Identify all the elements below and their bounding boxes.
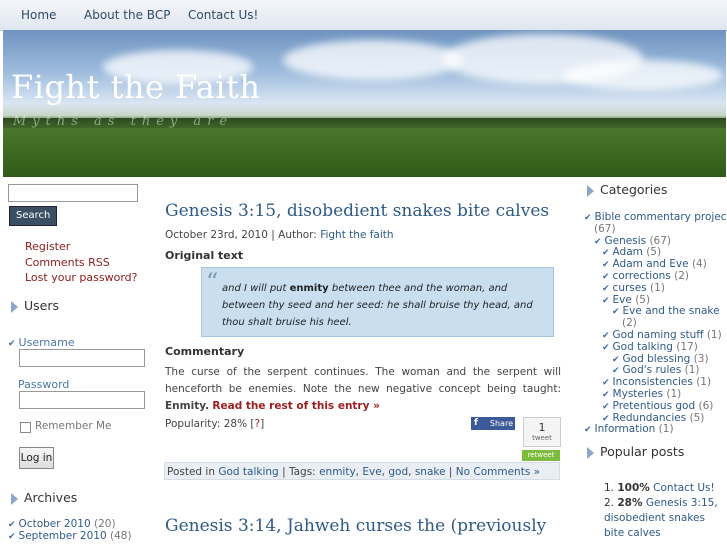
search-input[interactable] — [8, 184, 138, 202]
facebook-icon: f — [474, 418, 478, 428]
category-item[interactable]: ✔ Genesis (67) — [594, 235, 671, 247]
category-item[interactable]: ✔ Bible commentary project — [584, 211, 727, 223]
check-icon: ✔ — [602, 401, 610, 412]
post-footer: Posted in God talking | Tags: enmity, Ev… — [164, 462, 560, 480]
popular-post-link[interactable]: Contact Us! — [653, 482, 715, 494]
remember-checkbox[interactable] — [20, 422, 31, 433]
commentary-text: The curse of the serpent continues. The … — [165, 366, 561, 412]
triangle-icon — [11, 300, 18, 313]
facebook-share-button[interactable]: f Share — [471, 417, 515, 430]
nav-contact[interactable]: Contact Us! — [188, 8, 258, 22]
archive-item[interactable]: ✔ September 2010 (48) — [8, 530, 132, 542]
category-item[interactable]: (67) — [594, 223, 616, 235]
check-icon: ✔ — [612, 354, 620, 365]
lost-password-link[interactable]: Lost your password? — [25, 271, 138, 284]
check-icon: ✔ — [602, 272, 610, 282]
commentary-heading: Commentary — [165, 345, 245, 358]
check-icon: ✔ — [584, 213, 592, 223]
category-item[interactable]: ✔ God talking (17) — [602, 341, 698, 353]
archives-widget-title: Archives — [11, 490, 77, 505]
site-tagline: Myths as they are — [13, 114, 234, 129]
check-icon: ✔ — [602, 260, 610, 271]
tag-link[interactable]: enmity — [319, 466, 356, 478]
check-icon: ✔ — [602, 331, 610, 341]
author-link[interactable]: Fight the faith — [320, 229, 393, 241]
popular-posts-title: Popular posts — [587, 444, 684, 459]
category-item[interactable]: ✔ Redundancies (5) — [602, 412, 704, 424]
login-button[interactable]: Log in — [19, 447, 54, 469]
search-button[interactable]: Search — [9, 206, 58, 226]
tag-link[interactable]: Eve — [362, 466, 381, 478]
archive-item[interactable]: ✔ October 2010 (20) — [8, 518, 116, 530]
comments-rss-link[interactable]: Comments RSS — [25, 256, 110, 269]
nav-home[interactable]: Home — [21, 8, 56, 22]
check-icon: ✔ — [602, 248, 610, 259]
popularity: Popularity: 28% [?] — [165, 418, 265, 430]
categories-widget-title: Categories — [587, 182, 667, 197]
check-icon: ✔ — [612, 366, 620, 377]
tag-link[interactable]: god — [388, 466, 408, 478]
category-item[interactable]: ✔ curses (1) — [602, 282, 665, 294]
check-icon: ✔ — [602, 390, 610, 400]
check-icon: ✔ — [602, 295, 610, 306]
tag-link[interactable]: snake — [415, 466, 446, 478]
tweet-counter[interactable]: 1 tweet — [523, 417, 561, 447]
post-title[interactable]: Genesis 3:15, disobedient snakes bite ca… — [165, 201, 549, 221]
category-item[interactable]: (2) — [622, 317, 637, 329]
category-item[interactable]: ✔ Information (1) — [584, 423, 674, 435]
popular-post-item: 1. 100% Contact Us! — [604, 482, 715, 494]
check-icon: ✔ — [584, 425, 592, 436]
check-icon: ✔ — [602, 342, 610, 353]
register-link[interactable]: Register — [25, 240, 70, 253]
scripture-quote: “ and I will put enmity between thee and… — [201, 267, 554, 337]
check-icon: ✔ — [602, 378, 610, 389]
retweet-button[interactable]: retweet — [522, 450, 560, 461]
category-item[interactable]: ✔ Adam (5) — [602, 246, 661, 258]
post-meta: October 23rd, 2010 | Author: Fight the f… — [165, 229, 394, 241]
original-text-heading: Original text — [165, 249, 244, 262]
users-widget-title: Users — [11, 298, 59, 313]
check-icon: ✔ — [612, 307, 620, 318]
header-banner: Fight the Faith Myths as they are — [3, 30, 726, 177]
category-item[interactable]: ✔ Eve and the snake — [612, 305, 720, 317]
username-field[interactable] — [19, 349, 145, 367]
category-item[interactable]: ✔ God blessing (3) — [612, 353, 709, 365]
category-item[interactable]: ✔ God naming stuff (1) — [602, 329, 722, 341]
quote-icon: “ — [206, 268, 219, 296]
category-item[interactable]: ✔ Adam and Eve (4) — [602, 258, 707, 270]
check-icon: ✔ — [602, 413, 610, 424]
nav-about[interactable]: About the BCP — [84, 8, 170, 22]
check-icon: ✔ — [594, 236, 602, 247]
category-link[interactable]: God talking — [218, 466, 278, 478]
site-title[interactable]: Fight the Faith — [11, 68, 260, 106]
comments-link[interactable]: No Comments » — [456, 466, 540, 478]
next-post-title[interactable]: Genesis 3:14, Jahweh curses the (previou… — [165, 516, 546, 536]
password-label: Password — [18, 378, 70, 391]
category-item[interactable]: ✔ corrections (2) — [602, 270, 689, 282]
category-item[interactable]: ✔ Inconsistencies (1) — [602, 376, 711, 388]
check-icon: ✔ — [602, 283, 610, 294]
category-item[interactable]: ✔ God's rules (1) — [612, 364, 700, 376]
category-item[interactable]: ✔ Mysteries (1) — [602, 388, 681, 400]
password-field[interactable] — [19, 391, 145, 409]
read-more-link[interactable]: Read the rest of this entry » — [212, 400, 379, 412]
triangle-icon — [11, 492, 18, 505]
triangle-icon — [587, 184, 594, 197]
category-item[interactable]: ✔ Pretentious god (6) — [602, 400, 713, 412]
top-navigation: Home About the BCP Contact Us! — [0, 0, 727, 31]
triangle-icon — [587, 446, 594, 459]
category-item[interactable]: ✔ Eve (5) — [602, 294, 650, 306]
popular-post-item: 2. 28% Genesis 3:15, disobedient snakes … — [604, 497, 718, 539]
remember-label: Remember Me — [35, 420, 112, 432]
username-label: ✔ Username — [8, 336, 75, 349]
